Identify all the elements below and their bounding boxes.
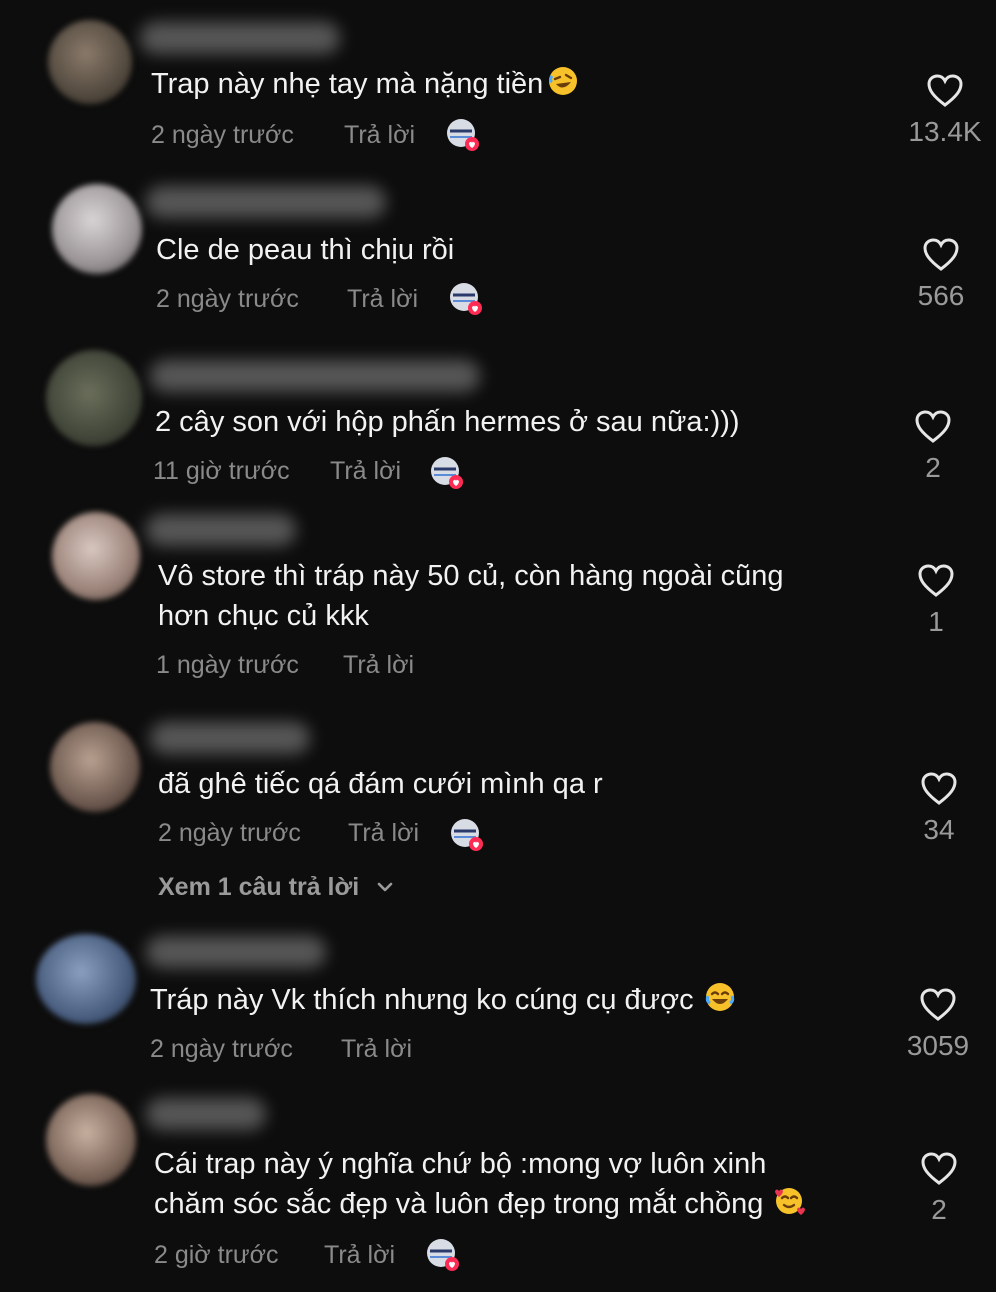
smiling-hearts-emoji-icon bbox=[775, 1188, 806, 1215]
creator-liked-icon bbox=[427, 1239, 459, 1271]
comment-text-line-2: chăm sóc sắc đẹp và luôn đẹp trong mắt c… bbox=[154, 1188, 764, 1220]
username-blurred[interactable] bbox=[146, 1098, 266, 1130]
comment-text-line-1: Cái trap này ý nghĩa chứ bộ :mong vợ luô… bbox=[154, 1148, 767, 1180]
comment-timestamp: 2 giờ trước bbox=[154, 1241, 279, 1269]
like-count: 2 bbox=[931, 1194, 947, 1225]
heart-outline-icon[interactable] bbox=[921, 1152, 957, 1186]
avatar[interactable] bbox=[46, 1094, 136, 1186]
reply-button[interactable]: Trả lời bbox=[324, 1240, 395, 1270]
comment-item: Cái trap này ý nghĩa chứ bộ :mong vợ luô… bbox=[0, 0, 996, 1292]
comment-text: Cái trap này ý nghĩa chứ bộ :mong vợ luô… bbox=[154, 1144, 806, 1224]
